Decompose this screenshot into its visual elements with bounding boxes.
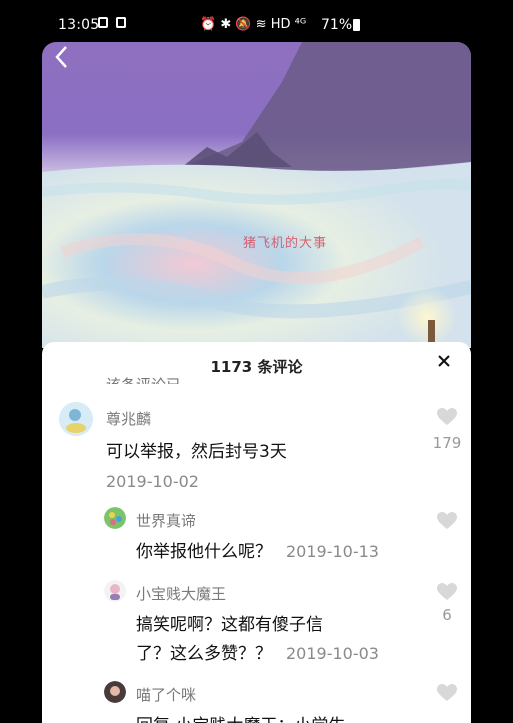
avatar[interactable] (59, 402, 93, 436)
comments-sheet: 1173 条评论 该条评论已 尊兆麟 可以举报，然后封号3天 2019-10-0… (42, 342, 471, 723)
clipped-comment-text: 该条评论已 (106, 370, 181, 384)
avatar-image (104, 507, 126, 529)
back-button[interactable] (52, 44, 82, 74)
video-overlay-text: 猪飞机的大事 (243, 236, 328, 251)
comment-date: 2019-10-02 (106, 472, 199, 491)
chevron-left-icon (55, 46, 67, 68)
reply-username[interactable]: 喵了个咪 (136, 684, 196, 705)
heart-icon (437, 583, 457, 600)
reply-date: 2019-10-13 (286, 542, 379, 561)
close-icon (438, 355, 450, 367)
reply-text: 搞笑呢啊？这都有傻子信 (136, 615, 323, 635)
heart-icon (437, 408, 457, 425)
like-count: 179 (432, 434, 462, 452)
avatar[interactable] (104, 580, 126, 602)
avatar-image (104, 580, 126, 602)
comment-item (42, 342, 471, 343)
status-bar: 13:05 ⏰ ✱ 🔕 ≋ HD ⁴ᴳ 71% (0, 0, 513, 40)
heart-icon (437, 684, 457, 701)
notification-icon (98, 17, 108, 28)
avatar[interactable] (104, 681, 126, 703)
system-status-icons: ⏰ ✱ 🔕 ≋ HD ⁴ᴳ (200, 17, 307, 32)
comment-text: 可以举报，然后封号3天 (106, 442, 287, 462)
reply-text-body: 你举报他什么呢？ (136, 542, 272, 562)
reply-date: 2019-10-03 (286, 644, 379, 663)
reply-text: 你举报他什么呢？ 2019-10-13 (136, 538, 379, 566)
like-button[interactable] (437, 512, 457, 534)
video-frame (42, 42, 471, 348)
reply-text-line2: 了？这么多赞？？ 2019-10-03 (136, 640, 379, 668)
reply-username[interactable]: 小宝贱大魔王 (136, 583, 226, 604)
close-button[interactable] (437, 354, 451, 372)
status-time: 13:05 (58, 17, 100, 33)
like-button[interactable] (437, 684, 457, 706)
like-count: 6 (442, 606, 452, 624)
like-button[interactable] (437, 408, 457, 430)
comments-header: 1173 条评论 该条评论已 (42, 342, 471, 388)
status-system-icons: ⏰ ✱ 🔕 ≋ HD ⁴ᴳ (200, 17, 306, 33)
video-player[interactable] (42, 42, 471, 348)
reply-text: 回复 小宝贱大魔王：小学生 (136, 712, 345, 723)
screenshot-icon (116, 17, 126, 28)
avatar[interactable] (104, 507, 126, 529)
heart-icon (437, 512, 457, 529)
avatar-image (59, 402, 93, 436)
reply-username[interactable]: 世界真谛 (136, 510, 196, 531)
like-button[interactable] (437, 583, 457, 605)
reply-text-body: 了？这么多赞？？ (136, 644, 272, 664)
comment-username[interactable]: 尊兆麟 (106, 408, 151, 429)
avatar-image (104, 681, 126, 703)
battery-icon (353, 19, 360, 31)
status-notification-icons (98, 17, 126, 28)
battery-percent: 71% (321, 17, 353, 33)
